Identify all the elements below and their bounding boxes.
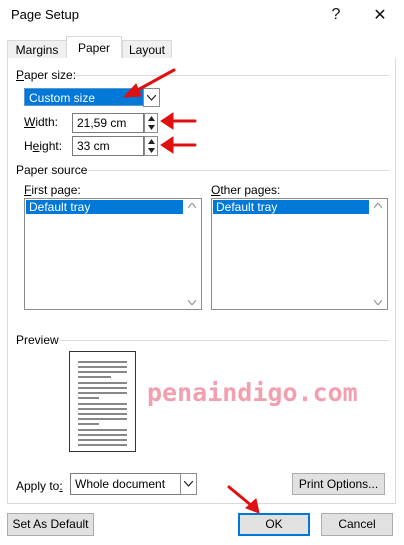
annotation-arrow-icon (227, 485, 254, 508)
annotation-arrowhead-icon (122, 83, 142, 98)
annotation-arrow-icon (132, 68, 176, 94)
annotation-overlay (122, 68, 260, 514)
annotation-arrowhead-icon (160, 136, 174, 154)
annotation-arrowhead-icon (160, 112, 174, 130)
